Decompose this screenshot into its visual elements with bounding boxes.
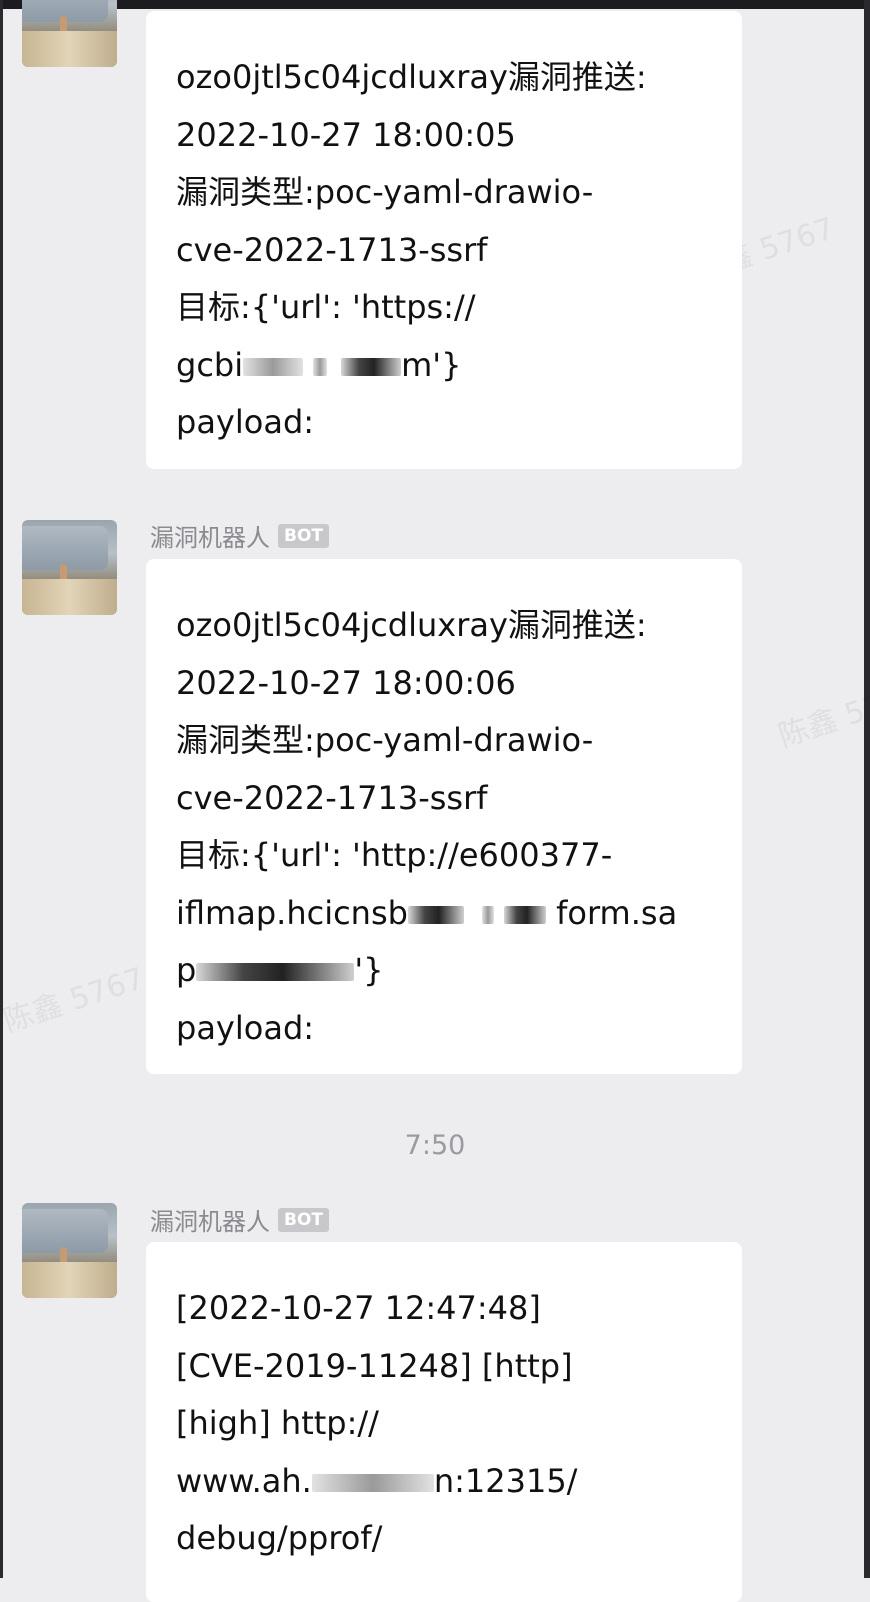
message-line: debug/pprof/ [176, 1519, 383, 1557]
message-fragment: form.sa [556, 893, 678, 932]
top-strip [0, 0, 870, 9]
message-line: cve-2022-1713-ssrf [176, 230, 488, 269]
window-right-edge [864, 0, 870, 1578]
message-line: 漏洞类型:poc-yaml-drawio- [176, 721, 594, 759]
redaction-mark [243, 357, 304, 376]
message-fragment: www.ah. [176, 1461, 312, 1500]
message-line: [high] http:// [176, 1404, 379, 1442]
message-line: payload: [176, 403, 315, 441]
message-line: ozo0jtl5c04jcdluxray漏洞推送: [176, 606, 647, 644]
redaction-mark [196, 963, 355, 981]
message-bubble[interactable]: ozo0jtl5c04jcdluxray漏洞推送: 2022-10-27 18:… [146, 559, 742, 1074]
message-line: 目标:{'url': 'http://e600377- [176, 836, 613, 874]
bot-avatar[interactable] [22, 1203, 117, 1298]
message-fragment: iflmap.hcicnsb [176, 893, 408, 932]
time-divider: 7:50 [404, 1130, 466, 1161]
redaction-mark [311, 1473, 434, 1492]
message-line: iflmap.hcicnsb form.sa [176, 885, 722, 943]
window-left-edge [0, 0, 3, 1578]
message-line: 2022-10-27 18:00:05 [176, 115, 516, 154]
watermark: 陈鑫 5767 [0, 961, 149, 1040]
message-line: 2022-10-27 18:00:06 [176, 663, 516, 702]
message-fragment: n:12315/ [433, 1461, 578, 1500]
message-line: cve-2022-1713-ssrf [176, 778, 488, 817]
message-bubble[interactable]: ozo0jtl5c04jcdluxray漏洞推送: 2022-10-27 18:… [146, 11, 742, 469]
redaction-mark [503, 905, 546, 924]
message-fragment: p [176, 951, 197, 989]
redaction-mark [313, 357, 328, 376]
sender-header: 漏洞机器人 BOT [150, 518, 330, 553]
message-line: 目标:{'url': 'https:// [176, 288, 476, 326]
redaction-mark [341, 357, 402, 376]
message-bubble[interactable]: [2022-10-27 12:47:48] [CVE-2019-11248] [… [146, 1242, 742, 1602]
message-line: 漏洞类型:poc-yaml-drawio- [176, 173, 594, 211]
message-line: gcbi m'} [176, 337, 722, 395]
bot-avatar[interactable] [22, 520, 117, 615]
message-line: www.ah. n:12315/ [176, 1453, 722, 1511]
message-line: p '} [176, 942, 722, 1000]
sender-name: 漏洞机器人 [150, 1208, 270, 1236]
watermark: 陈鑫 5767 [774, 676, 870, 755]
sender-header: 漏洞机器人 BOT [150, 1202, 330, 1237]
message-line: [CVE-2019-11248] [http] [176, 1346, 573, 1385]
sender-name: 漏洞机器人 [150, 524, 270, 552]
bot-avatar[interactable] [22, 0, 117, 67]
message-fragment: m'} [401, 345, 462, 384]
bot-badge: BOT [278, 1207, 330, 1232]
message-line: ozo0jtl5c04jcdluxray漏洞推送: [176, 58, 647, 96]
message-line: [2022-10-27 12:47:48] [176, 1289, 541, 1327]
redaction-mark [407, 905, 464, 924]
message-fragment: '} [354, 951, 384, 989]
redaction-mark [481, 905, 494, 924]
bot-badge: BOT [278, 523, 330, 548]
message-fragment: gcbi [176, 345, 244, 384]
message-line: payload: [176, 1008, 315, 1047]
